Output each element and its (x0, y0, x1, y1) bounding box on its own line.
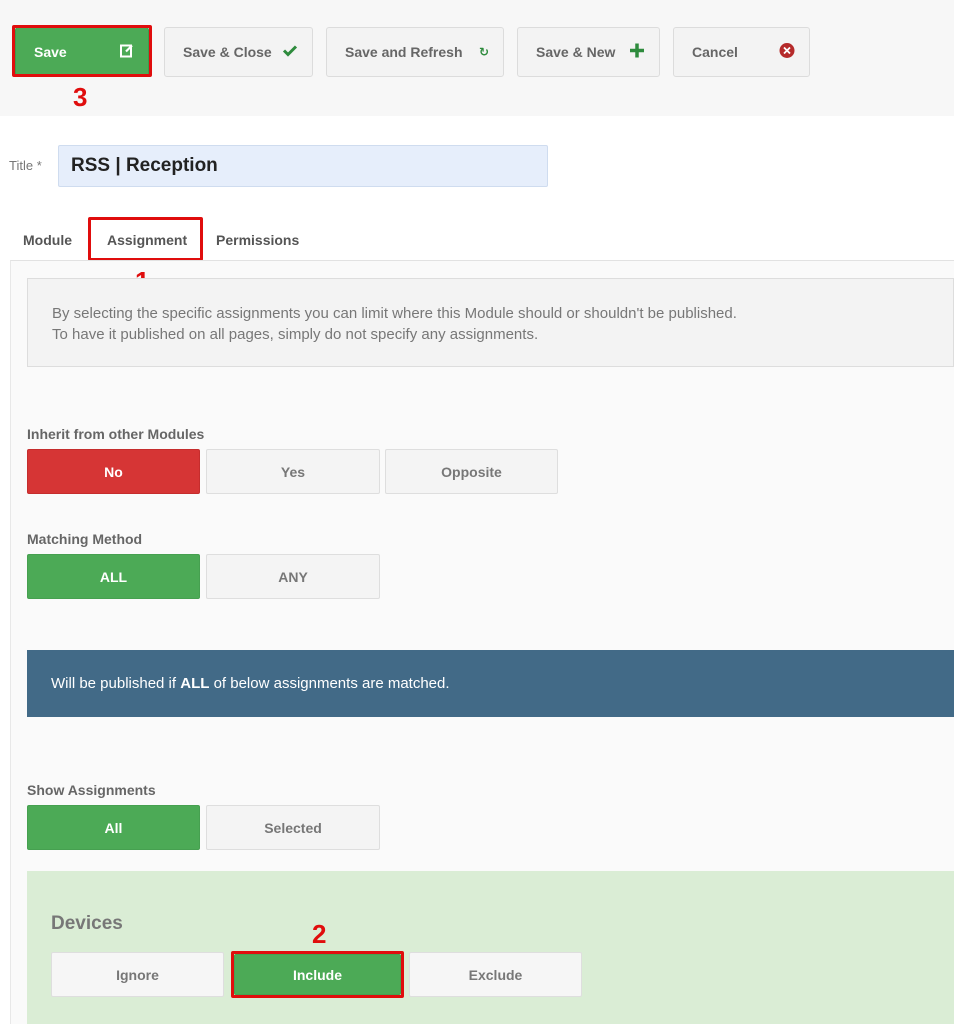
save-new-label: Save & New (536, 44, 616, 60)
cancel-label: Cancel (692, 44, 738, 60)
devices-exclude-button[interactable]: Exclude (409, 952, 582, 997)
inherit-yes-button[interactable]: Yes (206, 449, 380, 494)
title-input[interactable]: RSS | Reception (58, 145, 548, 187)
devices-section (27, 871, 954, 1024)
title-input-value: RSS | Reception (71, 155, 218, 176)
banner-prefix: Will be published if (51, 675, 181, 692)
save-refresh-label: Save and Refresh (345, 44, 463, 60)
cancel-button[interactable]: Cancel (673, 27, 810, 77)
inherit-opposite-button[interactable]: Opposite (385, 449, 558, 494)
info-message: By selecting the specific assignments yo… (27, 278, 954, 367)
annotation-number-3: 3 (73, 82, 88, 112)
info-line-2: To have it published on all pages, simpl… (52, 326, 539, 343)
save-close-label: Save & Close (183, 44, 272, 60)
show-assignments-label: Show Assignments (27, 782, 156, 798)
show-all-button[interactable]: All (27, 805, 200, 850)
matching-all-button[interactable]: ALL (27, 554, 200, 599)
inherit-no-button[interactable]: No (27, 449, 200, 494)
matching-any-button[interactable]: ANY (206, 554, 380, 599)
annotation-box-assignment (88, 217, 203, 261)
annotation-box-include (231, 951, 404, 998)
tab-module[interactable]: Module (23, 232, 72, 248)
refresh-icon: ↻ (478, 45, 489, 59)
devices-title: Devices (51, 913, 123, 934)
tab-permissions[interactable]: Permissions (216, 232, 299, 248)
publish-rule-banner: Will be published if ALL of below assign… (27, 650, 954, 717)
cancel-circle-icon (779, 43, 795, 62)
title-label: Title * (9, 158, 42, 173)
save-close-button[interactable]: Save & Close (164, 27, 313, 77)
check-icon (282, 44, 298, 61)
save-new-button[interactable]: Save & New (517, 27, 660, 77)
save-refresh-button[interactable]: Save and Refresh ↻ (326, 27, 504, 77)
banner-suffix: of below assignments are matched. (209, 675, 450, 692)
plus-icon (629, 43, 645, 62)
devices-ignore-button[interactable]: Ignore (51, 952, 224, 997)
annotation-box-save (12, 25, 152, 77)
annotation-number-2: 2 (312, 919, 327, 949)
banner-bold: ALL (180, 675, 210, 692)
matching-method-label: Matching Method (27, 531, 143, 547)
inherit-label: Inherit from other Modules (27, 426, 205, 442)
info-line-1: By selecting the specific assignments yo… (52, 305, 737, 322)
show-selected-button[interactable]: Selected (206, 805, 380, 850)
